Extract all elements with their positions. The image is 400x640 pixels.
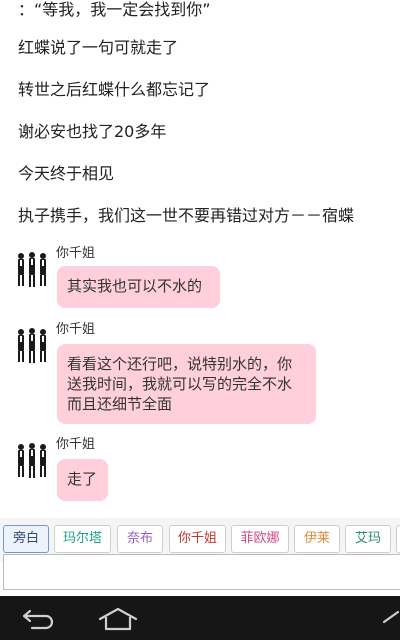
character-button-emma[interactable]: 艾玛	[345, 525, 391, 553]
story-line: 谢必安也找了20多年	[18, 122, 167, 141]
message-bubble[interactable]: 看看这个还行吧，说特别水的，你 送我时间，我就可以写的完全不水 而且还细节全面	[57, 344, 316, 424]
message-text: 其实我也可以不水的	[67, 277, 203, 295]
character-button-marta[interactable]: 玛尔塔	[54, 525, 111, 553]
character-label: 伊莱	[303, 531, 330, 546]
message-text-line: 看看这个还行吧，说特别水的，你	[67, 355, 293, 373]
character-label: 旁白	[12, 531, 39, 546]
character-label: 你千姐	[177, 531, 217, 546]
avatar[interactable]	[14, 441, 50, 479]
home-icon[interactable]	[97, 607, 139, 631]
character-button-eli[interactable]: 伊莱	[294, 525, 340, 553]
character-label: 艾玛	[354, 531, 381, 546]
sender-name: 你千姐	[56, 437, 96, 452]
character-button-fiona[interactable]: 菲欧娜	[231, 525, 289, 553]
character-label: 菲欧娜	[240, 531, 280, 546]
story-line: 今天终于相见	[18, 164, 115, 183]
story-line: 转世之后红蝶什么都忘记了	[18, 80, 211, 99]
character-label: 玛尔塔	[62, 531, 102, 546]
message-text-line: 送我时间，我就可以写的完全不水	[67, 375, 293, 393]
message-bubble[interactable]: 走了	[57, 459, 108, 501]
message-text-line: 而且还细节全面	[67, 395, 173, 413]
character-button-narrator[interactable]: 旁白	[3, 525, 49, 553]
sender-name: 你千姐	[56, 246, 96, 261]
story-line: ：“等我，我一定会找到你”	[18, 0, 211, 19]
character-button-more[interactable]	[396, 525, 400, 553]
message-text: 走了	[67, 470, 98, 488]
system-nav-bar	[0, 596, 400, 640]
character-label: 奈布	[126, 531, 153, 546]
story-line: 执子携手，我们这一世不要再错过对方－－宿蝶	[18, 206, 355, 225]
recents-icon[interactable]	[378, 608, 400, 630]
character-button-niqianjie[interactable]: 你千姐	[169, 525, 226, 553]
back-icon[interactable]	[20, 608, 56, 630]
story-line: 红蝶说了一句可就走了	[18, 38, 179, 57]
avatar[interactable]	[14, 250, 50, 288]
character-button-naib[interactable]: 奈布	[117, 525, 163, 553]
message-input[interactable]	[3, 554, 400, 590]
avatar[interactable]	[14, 326, 50, 364]
message-bubble[interactable]: 其实我也可以不水的	[57, 266, 220, 308]
sender-name: 你千姐	[56, 322, 96, 337]
